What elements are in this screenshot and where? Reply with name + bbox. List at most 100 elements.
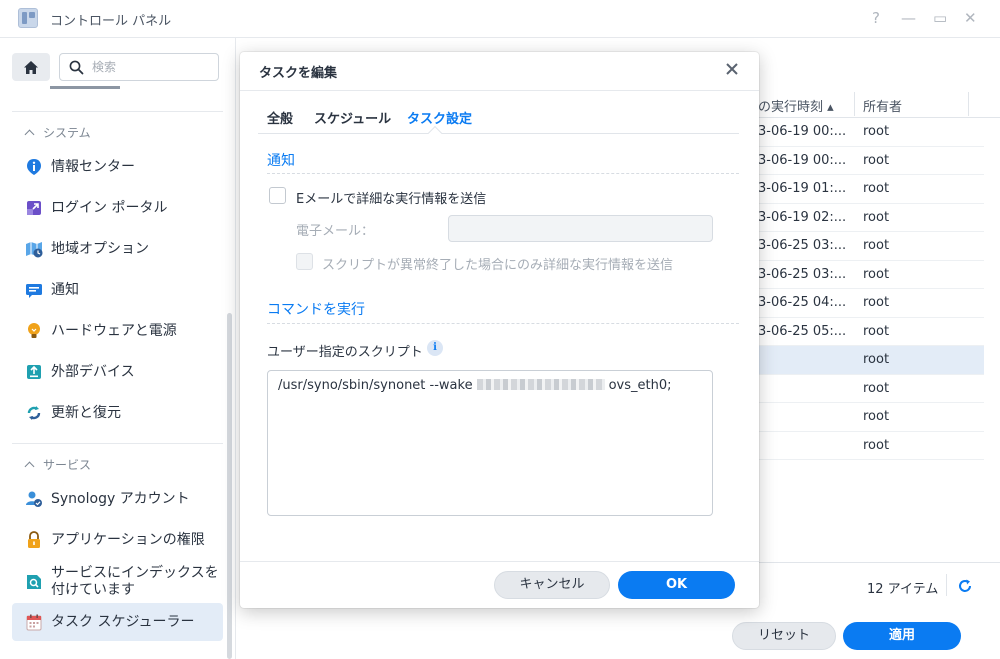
close-icon[interactable] xyxy=(724,61,740,77)
home-button[interactable] xyxy=(12,53,50,81)
window-title: コントロール パネル xyxy=(50,14,172,29)
sidebar: システム 情報センター ログイン ポータル 地域オプション 通知 ハードウェアと… xyxy=(0,38,236,659)
cell-next-run: 3-06-19 01:... xyxy=(758,181,847,196)
edit-task-dialog: タスクを編集 全般 スケジュール タスク設定 通知 Eメールで詳細な実行情報を送… xyxy=(240,52,759,608)
cell-owner: root xyxy=(863,352,890,367)
redacted-mac-address xyxy=(476,379,605,390)
sidebar-item-notification[interactable]: 通知 xyxy=(12,271,223,309)
column-owner[interactable]: 所有者 xyxy=(863,96,902,115)
command-heading: コマンドを実行 xyxy=(267,302,365,318)
sidebar-scrollbar[interactable] xyxy=(227,313,232,659)
table-row[interactable]: 3-06-25 04:... root xyxy=(758,289,984,318)
cell-owner: root xyxy=(863,323,890,339)
divider xyxy=(240,561,759,562)
table-row[interactable]: 3-06-19 02:... root xyxy=(758,204,984,232)
apply-button[interactable]: 適用 xyxy=(843,622,961,650)
cell-next-run: 3-06-19 00:... xyxy=(758,124,847,139)
script-label: ユーザー指定のスクリプト xyxy=(267,345,423,360)
section-system[interactable]: システム xyxy=(24,124,91,141)
active-tab-indicator xyxy=(427,125,443,141)
divider xyxy=(267,173,739,174)
sidebar-item-app-privileges[interactable]: アプリケーションの権限 xyxy=(12,521,223,559)
sidebar-item-task-scheduler[interactable]: タスク スケジューラー xyxy=(12,603,223,641)
grid-footer-divider xyxy=(758,562,1000,563)
refresh-icon[interactable] xyxy=(957,578,973,594)
email-field-label: 電子メール： xyxy=(296,224,375,239)
table-row[interactable]: 3-06-19 00:... root xyxy=(758,118,984,147)
cancel-button[interactable]: キャンセル xyxy=(494,571,610,599)
email-field[interactable] xyxy=(448,215,713,242)
table-row[interactable]: root xyxy=(758,346,984,375)
table-row[interactable]: 3-06-19 00:... root xyxy=(758,147,984,175)
divider xyxy=(240,90,759,91)
cell-next-run: 3-06-25 05:... xyxy=(758,323,847,339)
column-next-run[interactable]: の実行時刻 ▴ xyxy=(758,96,834,115)
sidebar-item-login-portal[interactable]: ログイン ポータル xyxy=(12,189,223,227)
sidebar-item-info-center[interactable]: 情報センター xyxy=(12,148,223,186)
sidebar-item-regional-options[interactable]: 地域オプション xyxy=(12,230,223,268)
sidebar-item-update-restore[interactable]: 更新と復元 xyxy=(12,394,223,432)
email-notify-label: Eメールで詳細な実行情報を送信 xyxy=(296,192,487,207)
table-row[interactable]: 3-06-25 03:... root xyxy=(758,232,984,261)
close-icon[interactable]: ✕ xyxy=(964,9,977,27)
cell-next-run: 3-06-19 02:... xyxy=(758,209,847,225)
cell-owner: root xyxy=(863,124,890,139)
sidebar-item-synology-account[interactable]: Synology アカウント xyxy=(12,480,223,518)
cell-owner: root xyxy=(863,238,890,253)
notification-icon xyxy=(24,280,44,300)
maximize-icon[interactable]: ▭ xyxy=(933,9,947,27)
table-row[interactable]: root xyxy=(758,432,984,460)
cell-owner: root xyxy=(863,295,890,310)
cell-owner: root xyxy=(863,409,890,424)
tab-schedule[interactable]: スケジュール xyxy=(314,108,391,127)
table-row[interactable]: root xyxy=(758,375,984,403)
item-count: 12 アイテム xyxy=(867,582,939,597)
divider xyxy=(12,443,223,444)
tab-task-settings[interactable]: タスク設定 xyxy=(407,108,472,127)
control-panel-icon xyxy=(18,8,38,28)
table-row[interactable]: 3-06-19 01:... root xyxy=(758,175,984,204)
divider xyxy=(12,111,223,112)
help-icon[interactable]: ? xyxy=(872,9,880,27)
table-row[interactable]: 3-06-25 03:... root xyxy=(758,261,984,289)
table-row[interactable]: 3-06-25 05:... root xyxy=(758,318,984,346)
minimize-icon[interactable]: — xyxy=(901,9,916,27)
tab-divider xyxy=(258,133,739,134)
cell-next-run: 3-06-25 03:... xyxy=(758,238,847,253)
index-icon xyxy=(24,572,44,592)
sidebar-item-hardware-power[interactable]: ハードウェアと電源 xyxy=(12,312,223,350)
region-icon xyxy=(24,239,44,259)
cell-next-run: 3-06-25 03:... xyxy=(758,266,847,282)
tab-general[interactable]: 全般 xyxy=(267,108,293,127)
table-row[interactable]: root xyxy=(758,403,984,432)
search-input[interactable] xyxy=(92,58,212,76)
search-box[interactable] xyxy=(59,53,219,81)
grid-header: の実行時刻 ▴ 所有者 xyxy=(758,90,1000,118)
dialog-title: タスクを編集 xyxy=(259,66,338,81)
external-device-icon xyxy=(24,362,44,382)
title-bar: コントロール パネル ? — ▭ ✕ xyxy=(0,0,1000,38)
divider xyxy=(267,323,739,324)
info-icon xyxy=(24,157,44,177)
cell-next-run: 3-06-19 00:... xyxy=(758,152,847,168)
lightbulb-icon xyxy=(24,321,44,341)
cell-owner: root xyxy=(863,152,890,168)
section-services[interactable]: サービス xyxy=(24,456,91,473)
reset-button[interactable]: リセット xyxy=(732,622,836,650)
abnormal-only-checkbox[interactable] xyxy=(296,253,313,270)
email-notify-checkbox[interactable] xyxy=(269,187,286,204)
cell-owner: root xyxy=(863,380,890,396)
sidebar-item-external-devices[interactable]: 外部デバイス xyxy=(12,353,223,391)
script-textarea[interactable]: /usr/syno/sbin/synonet --wake ovs_eth0; xyxy=(267,370,713,516)
cell-owner: root xyxy=(863,437,890,453)
lock-icon xyxy=(24,530,44,550)
info-icon[interactable]: i xyxy=(427,340,443,356)
cell-owner: root xyxy=(863,181,890,196)
cell-next-run: 3-06-25 04:... xyxy=(758,295,847,310)
sidebar-item-indexing-service[interactable]: サービスにインデックスを 付けています xyxy=(12,560,223,604)
home-icon xyxy=(24,60,38,74)
cell-owner: root xyxy=(863,209,890,225)
ok-button[interactable]: OK xyxy=(618,571,735,599)
notify-heading: 通知 xyxy=(267,153,295,169)
abnormal-only-label: スクリプトが異常終了した場合にのみ詳細な実行情報を送信 xyxy=(322,258,674,273)
